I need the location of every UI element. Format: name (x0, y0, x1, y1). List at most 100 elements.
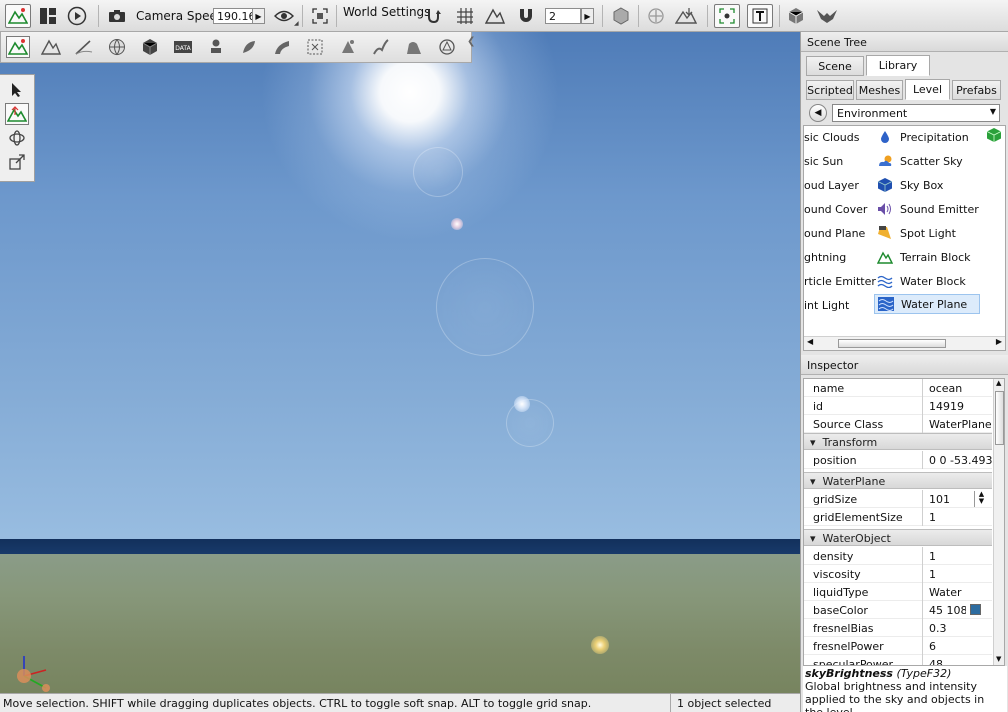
position-field[interactable]: 0 0 -53.493 (922, 451, 992, 469)
select-arrow-icon[interactable] (5, 79, 29, 101)
list-item[interactable]: ound Plane (804, 223, 865, 243)
list-item[interactable]: ghtning (804, 247, 846, 267)
library-item-sky-box[interactable]: Sky Box (876, 175, 943, 195)
eye-dropdown-icon[interactable]: ◢ (294, 20, 299, 27)
subtab-prefabs[interactable]: Prefabs (952, 80, 1001, 100)
field-row-gridelementsize: gridElementSize 1 (804, 508, 992, 526)
library-item-terrain-block[interactable]: Terrain Block (876, 247, 971, 267)
name-field[interactable]: ocean (922, 379, 992, 397)
terrain-snap-icon[interactable] (482, 4, 508, 28)
play-icon[interactable] (64, 4, 90, 28)
selection-count: 1 object selected (670, 694, 800, 712)
fresnelbias-field[interactable]: 0.3 (922, 619, 992, 637)
basecolor-swatch[interactable] (970, 604, 981, 615)
scroll-thumb[interactable] (838, 339, 946, 348)
layout-icon[interactable] (35, 4, 61, 28)
specularpower-field[interactable]: 48 (922, 655, 992, 665)
viscosity-field[interactable]: 1 (922, 565, 992, 583)
world-settings-label[interactable]: World Settings (343, 5, 430, 19)
grid-snap-icon[interactable] (452, 4, 478, 28)
scroll-right-icon[interactable]: ▶ (996, 337, 1002, 346)
library-item-spot-light[interactable]: Spot Light (876, 223, 956, 243)
mesh-tool-icon[interactable] (783, 4, 809, 28)
snap-value-input[interactable]: 2 (545, 8, 581, 24)
library-item-precipitation[interactable]: Precipitation (876, 127, 969, 147)
subtab-scripted[interactable]: Scripted (806, 80, 854, 100)
road-editor-icon[interactable] (270, 36, 294, 58)
gridelementsize-field[interactable]: 1 (922, 508, 992, 526)
3d-viewport[interactable] (0, 32, 800, 693)
list-item[interactable]: oud Layer (804, 175, 859, 195)
subtab-level[interactable]: Level (905, 79, 950, 100)
magnet-icon[interactable] (513, 4, 539, 28)
globe-icon[interactable] (105, 36, 129, 58)
field-row-position: position 0 0 -53.493 (804, 451, 992, 469)
group-waterobject[interactable]: ▾ WaterObject (804, 529, 992, 546)
green-cube-icon[interactable] (986, 127, 1004, 145)
status-message: Move selection. SHIFT while dragging dup… (3, 697, 592, 710)
liquidtype-field[interactable]: Water (922, 583, 992, 601)
group-transform[interactable]: ▾ Transform (804, 433, 992, 450)
forest-editor-icon[interactable] (237, 36, 261, 58)
terrain-editor-icon[interactable] (39, 36, 63, 58)
basecolor-field[interactable]: 45 108 (922, 601, 966, 619)
cube-icon[interactable] (138, 36, 162, 58)
snap-value-arrow-icon[interactable]: ▶ (581, 8, 594, 24)
fit-selection-icon[interactable] (307, 4, 333, 28)
terrain-painter-icon[interactable] (72, 36, 96, 58)
library-item-sound-emitter[interactable]: Sound Emitter (876, 199, 979, 219)
list-item[interactable]: sic Sun (804, 151, 843, 171)
scroll-down-icon[interactable]: ▼ (996, 655, 1001, 663)
library-item-scatter-sky[interactable]: Scatter Sky (876, 151, 963, 171)
snap-magnet-icon[interactable] (422, 4, 448, 28)
scale-tool-icon[interactable] (5, 151, 29, 173)
object-editor-icon[interactable] (6, 36, 30, 58)
toolbar-collapse-handle[interactable]: ❮ (467, 36, 475, 58)
group-waterplane[interactable]: ▾ WaterPlane (804, 472, 992, 489)
collapse-triangle-icon: ▾ (810, 475, 816, 488)
world-editor-icon[interactable] (5, 4, 31, 28)
fresnelpower-field[interactable]: 6 (922, 637, 992, 655)
text-label-icon[interactable] (747, 4, 773, 28)
back-arrow-icon[interactable]: ◀ (809, 104, 827, 122)
list-item[interactable]: sic Clouds (804, 127, 859, 147)
particle-editor-icon[interactable] (336, 36, 360, 58)
scroll-left-icon[interactable]: ◀ (807, 337, 813, 346)
scroll-thumb[interactable] (995, 391, 1004, 445)
library-item-water-plane[interactable]: Water Plane (874, 294, 980, 314)
shape-editor-icon[interactable] (204, 36, 228, 58)
list-item[interactable]: rticle Emitter (804, 271, 876, 291)
navmesh-editor-icon[interactable] (435, 36, 459, 58)
field-row-source-class: Source Class WaterPlane (804, 415, 992, 433)
river-editor-icon[interactable] (369, 36, 393, 58)
rotate-tool-icon[interactable] (5, 127, 29, 149)
datablock-icon[interactable]: DATA (171, 36, 195, 58)
sun (260, 32, 560, 242)
camera-view-icon[interactable] (714, 4, 740, 28)
list-item[interactable]: int Light (804, 295, 849, 315)
drop-to-terrain-icon[interactable] (673, 4, 699, 28)
camera-speed-label: Camera Speed (136, 9, 225, 23)
subtab-meshes[interactable]: Meshes (856, 80, 903, 100)
list-item[interactable]: ound Cover (804, 199, 867, 219)
tab-scene[interactable]: Scene (806, 56, 864, 76)
decal-editor-icon[interactable] (303, 36, 327, 58)
density-field[interactable]: 1 (922, 547, 992, 565)
library-hscrollbar[interactable]: ◀ ▶ (804, 336, 1005, 350)
camera-speed-input[interactable]: 190.16 (213, 8, 253, 24)
camera-speed-arrow-icon[interactable]: ▶ (252, 8, 265, 24)
field-row-specularpower: specularPower 48 (804, 655, 992, 665)
tab-library[interactable]: Library (866, 55, 930, 76)
drop-at-center-icon[interactable] (643, 4, 669, 28)
eagle-icon[interactable] (814, 4, 840, 28)
scroll-up-icon[interactable]: ▲ (996, 379, 1001, 387)
inspector-vscrollbar[interactable]: ▲ ▼ (993, 379, 1004, 665)
category-select[interactable]: Environment ▼ (832, 104, 1000, 122)
library-item-water-block[interactable]: Water Block (876, 271, 966, 291)
camera-icon[interactable] (104, 4, 130, 28)
move-tool-icon[interactable] (5, 103, 29, 125)
gridsize-stepper[interactable]: ▲ ▼ (974, 491, 988, 507)
scatter-sky-icon (876, 153, 894, 169)
object-mode-icon[interactable] (608, 4, 634, 28)
mesh-road-editor-icon[interactable] (402, 36, 426, 58)
